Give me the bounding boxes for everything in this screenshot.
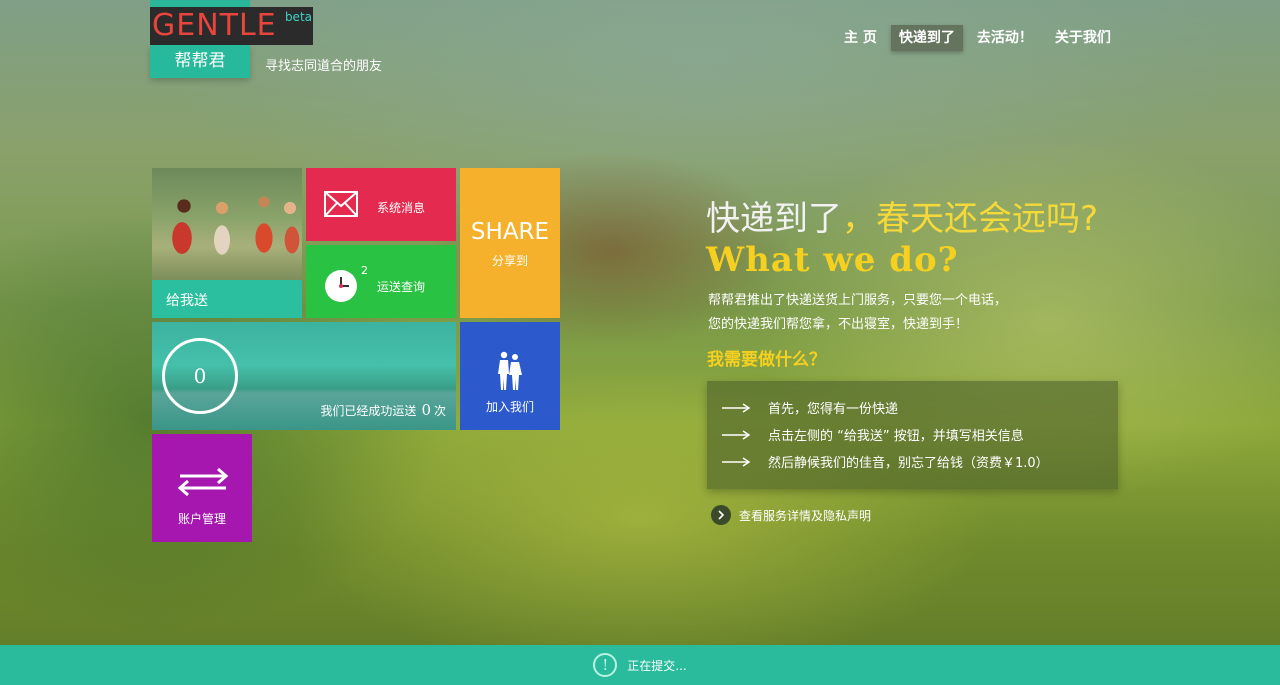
stats-text: 我们已经成功运送 0 次	[320, 401, 446, 419]
nav-item-activities[interactable]: 去活动！	[969, 25, 1041, 51]
share-title: SHARE	[470, 219, 550, 245]
beta-tag: beta	[284, 10, 312, 24]
mail-icon	[324, 191, 358, 217]
delivery-stats-tile: 0 我们已经成功运送 0 次	[152, 322, 456, 430]
clock-icon	[325, 270, 357, 302]
what-to-do-heading: 我需要做什么？	[707, 350, 826, 370]
stats-unit: 次	[433, 404, 446, 418]
delivery-query-tile[interactable]: 2 运送查询	[306, 245, 456, 318]
step-item: 首先，您得有一份快递	[707, 394, 1118, 421]
main-nav: 主 页 快递到了 去活动！ 关于我们	[836, 25, 1119, 51]
logo-top: GENTLE beta	[150, 7, 313, 45]
system-message-tile[interactable]: 系统消息	[306, 168, 456, 241]
give-tile-label: 给我送	[166, 293, 208, 309]
logo-accent-bar	[150, 0, 250, 7]
alert-icon: !	[593, 653, 618, 677]
intro-line-2: 您的快递我们帮您拿，不出寝室，快递到手！	[708, 317, 969, 332]
nav-item-home[interactable]: 主 页	[836, 25, 885, 51]
status-bar: ! 正在提交...	[0, 645, 1280, 685]
headline-yellow: ，春天还会远吗?	[842, 199, 1099, 239]
join-tile-label: 加入我们	[485, 400, 534, 414]
give-me-delivery-tile[interactable]: 给我送	[152, 168, 302, 318]
intro-text: 帮帮君推出了快递送货上门服务，只要您一个电话， 您的快递我们帮您拿，不出寝室，快…	[708, 289, 1007, 337]
step-text: 然后静候我们的佳音，别忘了给钱（资费￥1.0）	[768, 456, 1049, 471]
account-management-tile[interactable]: 账户管理	[152, 434, 252, 542]
service-details-link[interactable]: 查看服务详情及隐私声明	[711, 505, 871, 525]
headline: 快递到了，春天还会远吗?	[706, 191, 1098, 240]
join-us-tile[interactable]: 加入我们	[460, 322, 560, 430]
stats-label: 我们已经成功运送	[320, 404, 417, 418]
track-badge: 2	[361, 264, 368, 277]
logo-chinese-name: 帮帮君	[150, 45, 250, 78]
track-tile-label: 运送查询	[377, 280, 426, 294]
logo-text: GENTLE	[152, 8, 277, 43]
nav-item-about[interactable]: 关于我们	[1047, 25, 1119, 51]
slogan: 寻找志同道合的朋友	[265, 59, 383, 74]
chevron-right-icon	[711, 505, 731, 525]
details-link-text: 查看服务详情及隐私声明	[739, 508, 872, 523]
stats-ring: 0	[162, 338, 238, 414]
steps-panel: 首先，您得有一份快递 点击左侧的 “给我送” 按钮，并填写相关信息 然后静候我们…	[707, 381, 1118, 489]
step-item: 点击左侧的 “给我送” 按钮，并填写相关信息	[707, 421, 1118, 448]
headline-white: 快递到了	[706, 199, 842, 239]
account-tile-label: 账户管理	[177, 512, 226, 526]
arrow-right-icon	[722, 456, 751, 467]
step-item: 然后静候我们的佳音，别忘了给钱（资费￥1.0）	[707, 448, 1118, 475]
people-icon	[498, 351, 522, 390]
share-subtitle: 分享到	[491, 254, 528, 268]
step-text: 首先，您得有一份快递	[768, 402, 899, 417]
intro-line-1: 帮帮君推出了快递送货上门服务，只要您一个电话，	[708, 293, 1008, 308]
step-text: 点击左侧的 “给我送” 按钮，并填写相关信息	[768, 429, 1024, 444]
nav-item-delivery[interactable]: 快递到了	[890, 25, 963, 51]
stats-count: 0	[421, 401, 431, 419]
message-tile-label: 系统消息	[377, 201, 426, 215]
arrow-right-icon	[722, 429, 751, 440]
what-we-do-heading: What we do?	[706, 240, 959, 280]
arrow-right-icon	[722, 402, 751, 413]
status-text: 正在提交...	[627, 658, 687, 673]
children-running-photo	[152, 168, 302, 280]
share-tile[interactable]: SHARE 分享到	[460, 168, 560, 318]
swap-icon	[177, 467, 229, 497]
